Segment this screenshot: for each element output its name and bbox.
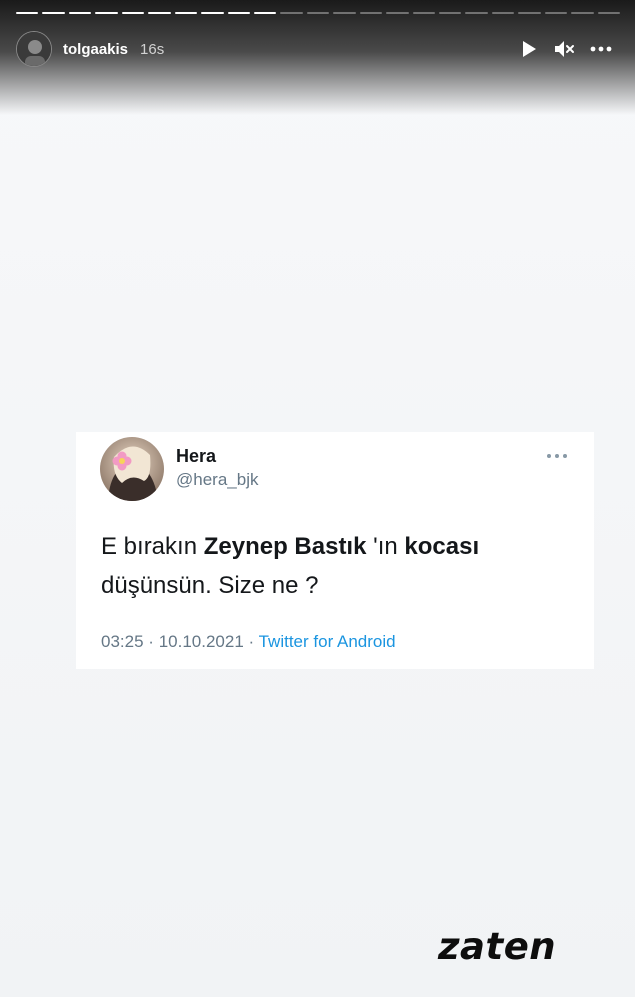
meta-separator: · [248, 632, 255, 651]
tweet-time: 03:25 [101, 632, 144, 651]
progress-segment [439, 12, 462, 14]
tweet-text-part: E bırakın [101, 533, 204, 560]
story-progress-bars [16, 12, 621, 15]
progress-segment [571, 12, 594, 14]
tweet-meta: 03:25 · 10.10.2021 · Twitter for Android [101, 632, 396, 652]
progress-segment [518, 12, 541, 14]
progress-segment [544, 12, 568, 14]
story-header: tolgaakis 16s [16, 30, 620, 68]
tweet-text-part: 'ın [366, 533, 405, 560]
username[interactable]: tolgaakis [63, 41, 128, 58]
progress-segment [16, 12, 39, 14]
play-icon[interactable] [518, 38, 540, 60]
progress-segment [306, 12, 330, 14]
progress-segment [597, 12, 621, 14]
progress-segment [280, 12, 303, 14]
tweet-source: Twitter for Android [258, 632, 396, 651]
tweet-text-bold: Zeynep Bastık [203, 533, 367, 560]
progress-segment [253, 12, 277, 14]
tweet-date: 10.10.2021 [158, 632, 244, 651]
text-sticker: zaten [438, 925, 557, 968]
tweet-more-icon [546, 448, 568, 458]
mute-icon[interactable] [554, 38, 576, 60]
profile-avatar[interactable] [16, 31, 52, 67]
tweet-text-bold: kocası [404, 533, 480, 560]
tweet-handle: @hera_bjk [176, 470, 259, 489]
progress-segment [148, 12, 171, 14]
progress-segment [386, 12, 409, 14]
progress-segment [42, 12, 65, 14]
tweet-display-name: Hera [176, 446, 217, 466]
progress-segment [201, 12, 224, 14]
progress-segment [359, 12, 383, 14]
tweet-text: E bırakın Zeynep Bastık 'ın kocası düşün… [101, 527, 571, 605]
progress-segment [412, 12, 435, 14]
tweet-screenshot: Hera @hera_bjk E bırakın Zeynep Bastık '… [76, 432, 594, 669]
time-ago: 16s [140, 40, 165, 58]
progress-segment [95, 12, 118, 14]
story-controls [518, 38, 612, 60]
tweet-text-part: düşünsün. Size ne ? [101, 572, 319, 599]
progress-segment [174, 12, 198, 14]
progress-segment [68, 12, 92, 14]
progress-segment [465, 12, 488, 14]
progress-segment [121, 12, 145, 14]
more-icon[interactable] [590, 38, 612, 60]
progress-segment [333, 12, 356, 14]
tweet-avatar [100, 437, 164, 501]
progress-segment [227, 12, 250, 14]
meta-separator: · [148, 632, 154, 651]
progress-segment [491, 12, 515, 14]
